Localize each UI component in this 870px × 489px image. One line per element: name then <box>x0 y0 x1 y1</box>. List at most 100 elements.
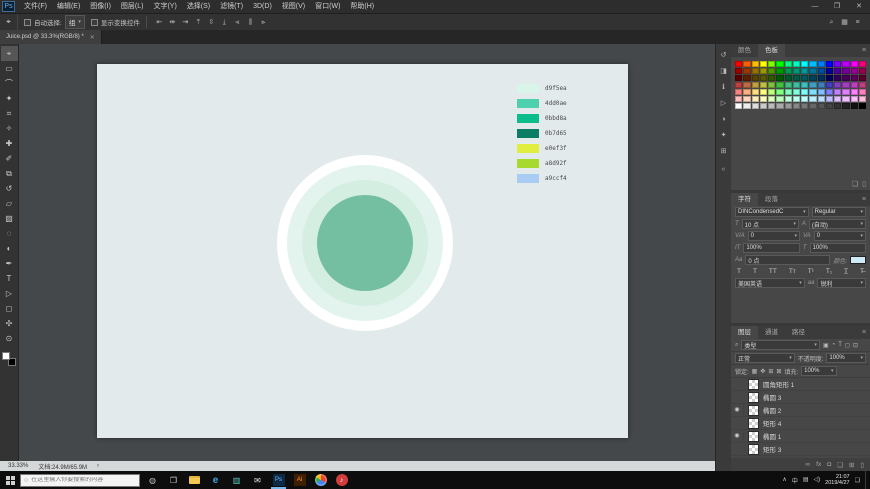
type-tool[interactable]: T <box>1 271 18 286</box>
align-icon[interactable]: ⇳ <box>205 15 218 30</box>
color-swatch[interactable] <box>760 68 767 74</box>
color-swatch[interactable] <box>735 61 742 67</box>
tray-expand-icon[interactable]: ∧ <box>782 476 786 485</box>
color-swatch[interactable] <box>768 89 775 95</box>
color-swatch[interactable] <box>826 68 833 74</box>
color-swatch[interactable] <box>768 96 775 102</box>
color-swatch[interactable] <box>826 82 833 88</box>
close-button[interactable]: ✕ <box>848 0 870 13</box>
menu-item[interactable]: 帮助(H) <box>345 0 379 13</box>
layer-row[interactable]: ◉ 矩形 4 <box>731 417 870 430</box>
color-swatch[interactable] <box>826 89 833 95</box>
color-swatch[interactable] <box>859 103 866 109</box>
language-dropdown[interactable]: 美国英语 ▾ <box>735 278 805 288</box>
canvas-area[interactable]: d9f5ea 4dd0ae 0bbd8a <box>19 44 715 461</box>
horizontal-scale-field[interactable]: 100% <box>810 243 867 253</box>
type-style-button[interactable]: T₁ <box>826 268 832 275</box>
color-swatch[interactable] <box>776 82 783 88</box>
color-swatch[interactable] <box>743 61 750 67</box>
color-swatch[interactable] <box>785 103 792 109</box>
layer-row[interactable]: ◉ 椭圆 3 <box>731 391 870 404</box>
color-swatch[interactable] <box>735 82 742 88</box>
color-swatch[interactable] <box>743 75 750 81</box>
color-swatch[interactable] <box>743 68 750 74</box>
color-swatch[interactable] <box>743 82 750 88</box>
menu-item[interactable]: 视图(V) <box>277 0 310 13</box>
brush-tool[interactable]: ✐ <box>1 151 18 166</box>
baseline-field[interactable]: 0 点 <box>745 255 830 265</box>
eraser-tool[interactable]: ▱ <box>1 196 18 211</box>
filter-type-icon[interactable]: ▣ <box>823 342 829 349</box>
color-swatch[interactable] <box>793 75 800 81</box>
lasso-tool[interactable]: ⌒ <box>1 76 18 91</box>
lock-icon[interactable]: ⊞ <box>768 368 773 375</box>
layer-name[interactable]: 椭圆 3 <box>763 392 781 402</box>
align-icon[interactable]: ⇥ <box>179 15 192 30</box>
store-app[interactable]: ▥ <box>226 471 247 489</box>
move-tool[interactable]: ⌖ <box>1 46 18 61</box>
leading-field[interactable]: (自动) ▾ <box>809 219 866 229</box>
new-swatch-icon[interactable]: ❏ <box>852 180 858 188</box>
tab-paths[interactable]: 路径 <box>785 326 812 339</box>
layer-action-icon[interactable]: ∞ <box>806 461 811 468</box>
color-swatch[interactable] <box>834 103 841 109</box>
color-swatch[interactable] <box>785 68 792 74</box>
pen-tool[interactable]: ✒ <box>1 256 18 271</box>
menu-item[interactable]: 窗口(W) <box>310 0 345 13</box>
color-swatch[interactable] <box>752 68 759 74</box>
clone-stamp-tool[interactable]: ⧉ <box>1 166 18 181</box>
color-swatch[interactable] <box>760 96 767 102</box>
shape-tool[interactable]: ◻ <box>1 301 18 316</box>
illustrator-app[interactable]: Ai <box>289 471 310 489</box>
tab-swatches[interactable]: 色板 <box>758 44 785 57</box>
color-swatch[interactable] <box>851 82 858 88</box>
color-swatch[interactable] <box>752 61 759 67</box>
color-swatch[interactable] <box>801 103 808 109</box>
layer-thumbnail[interactable] <box>748 431 759 442</box>
color-swatch[interactable] <box>809 89 816 95</box>
color-swatch[interactable] <box>785 89 792 95</box>
crop-tool[interactable]: ⌗ <box>1 106 18 121</box>
color-swatch[interactable] <box>793 96 800 102</box>
color-swatch[interactable] <box>809 82 816 88</box>
dodge-tool[interactable]: ◐ <box>1 241 18 256</box>
maximize-button[interactable]: ❐ <box>826 0 848 13</box>
color-swatch[interactable] <box>776 75 783 81</box>
color-swatch[interactable] <box>785 82 792 88</box>
photoshop-app[interactable]: Ps <box>268 471 289 489</box>
start-button[interactable] <box>0 471 20 489</box>
color-swatch[interactable] <box>851 75 858 81</box>
show-desktop-button[interactable] <box>865 471 868 489</box>
workspace-icon[interactable]: ⌕ <box>825 15 838 30</box>
color-swatch[interactable] <box>768 61 775 67</box>
color-swatch[interactable] <box>743 103 750 109</box>
lock-icon[interactable]: ⊠ <box>776 368 781 375</box>
color-swatch[interactable] <box>859 75 866 81</box>
color-swatch[interactable] <box>801 89 808 95</box>
visibility-eye-icon[interactable]: ◉ <box>731 404 744 417</box>
network-icon[interactable]: ▤ <box>803 476 809 485</box>
foreground-color-chip[interactable] <box>2 352 10 360</box>
tab-paragraph[interactable]: 段落 <box>758 193 785 206</box>
color-swatch[interactable] <box>785 61 792 67</box>
info-panel-icon[interactable]: ℹ <box>717 80 731 94</box>
align-icon[interactable]: ⇤ <box>153 15 166 30</box>
align-icon[interactable]: ⫸ <box>257 15 270 30</box>
color-swatch[interactable] <box>801 75 808 81</box>
type-style-button[interactable]: T <box>753 268 757 275</box>
antialias-dropdown[interactable]: 锐利 ▾ <box>817 278 866 288</box>
layer-name[interactable]: 椭圆 1 <box>763 431 781 441</box>
path-select-tool[interactable]: ▷ <box>1 286 18 301</box>
file-explorer-app[interactable] <box>184 471 205 489</box>
taskbar-search[interactable]: ○ <box>20 474 140 487</box>
color-swatch[interactable] <box>834 96 841 102</box>
lock-icon[interactable]: ✥ <box>760 368 765 375</box>
color-swatch[interactable] <box>793 68 800 74</box>
color-swatch[interactable] <box>809 68 816 74</box>
color-swatch[interactable] <box>851 68 858 74</box>
layer-name[interactable]: 椭圆 2 <box>763 405 781 415</box>
menu-item[interactable]: 文件(F) <box>19 0 52 13</box>
align-icon[interactable]: ⇹ <box>166 15 179 30</box>
layer-action-icon[interactable]: ◘ <box>827 461 831 468</box>
menu-item[interactable]: 图层(L) <box>116 0 149 13</box>
